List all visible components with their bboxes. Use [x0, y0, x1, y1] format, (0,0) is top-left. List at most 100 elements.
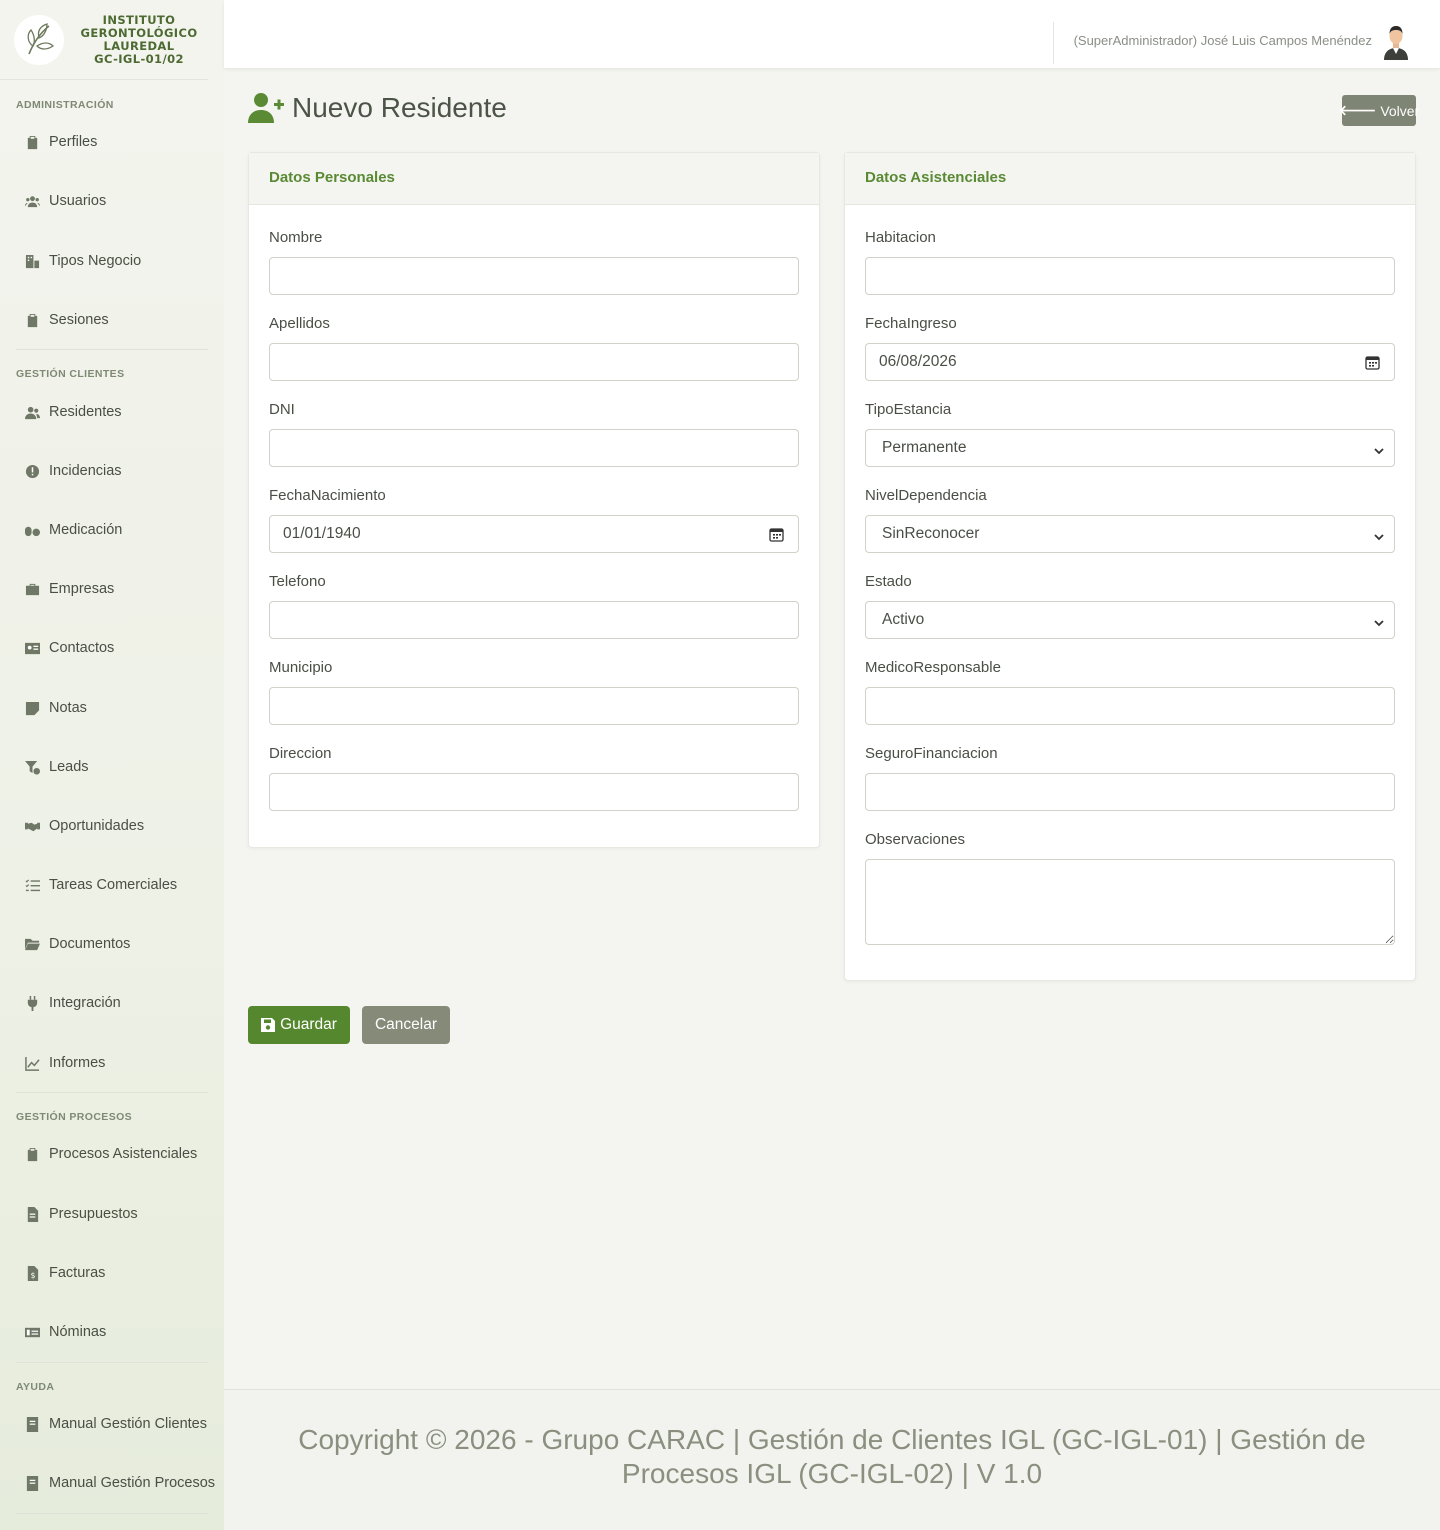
sidebar-item-notas[interactable]: Notas [0, 688, 224, 728]
sidebar-item-integracion[interactable]: Integración [0, 983, 224, 1023]
page-title: Nuevo Residente [248, 92, 507, 124]
sidebar-item-label: Contactos [49, 640, 115, 656]
nombre-label: Nombre [269, 229, 323, 246]
dni-input[interactable] [269, 429, 799, 467]
leaf-logo-icon [14, 14, 64, 65]
briefcase-icon [24, 581, 41, 598]
observaciones-label: Observaciones [865, 831, 966, 848]
sidebar-item-label: Documentos [49, 936, 131, 952]
pills-icon [24, 522, 41, 539]
seguro-financiacion-input[interactable] [865, 773, 1395, 811]
sidebar-item-label: Incidencias [49, 463, 122, 479]
tipo-estancia-select[interactable]: Permanente [865, 429, 1395, 467]
back-button[interactable]: 🡐 Volver [1338, 95, 1420, 126]
chevron-down-icon [1374, 615, 1384, 627]
id-card-icon [24, 640, 41, 657]
sidebar-item-empresas[interactable]: Empresas [0, 569, 224, 609]
sidebar-item-informes[interactable]: Informes [0, 1043, 224, 1083]
fecha-ingreso-value: 06/08/2026 [879, 353, 957, 370]
sidebar-divider [16, 1362, 208, 1363]
sidebar-divider [16, 1513, 208, 1514]
folder-icon [24, 936, 41, 953]
sidebar-item-label: Tareas Comerciales [49, 877, 178, 893]
save-button-label: Guardar [280, 1016, 337, 1033]
brand-line: INSTITUTO [102, 12, 176, 27]
user-avatar-icon[interactable] [1380, 24, 1412, 60]
observaciones-textarea[interactable] [865, 859, 1395, 945]
sidebar-section-title: ADMINISTRACIÓN [16, 99, 114, 111]
sidebar-item-tipos-negocio[interactable]: Tipos Negocio [0, 241, 224, 281]
save-icon [261, 1018, 276, 1032]
medico-responsable-label: MedicoResponsable [865, 659, 1001, 676]
sidebar-item-label: Integración [49, 995, 121, 1011]
nivel-dependencia-select[interactable]: SinReconocer [865, 515, 1395, 553]
sidebar-item-label: Facturas [49, 1265, 106, 1281]
municipio-input[interactable] [269, 687, 799, 725]
apellidos-input[interactable] [269, 343, 799, 381]
brand[interactable]: INSTITUTO GERONTOLÓGICO LAUREDAL GC-IGL-… [0, 0, 208, 80]
estado-select[interactable]: Activo [865, 601, 1395, 639]
fecha-nacimiento-input[interactable]: 01/01/1940 [269, 515, 799, 553]
sidebar-divider [16, 1092, 208, 1093]
sidebar-item-label: Manual Gestión Procesos [49, 1475, 216, 1491]
sidebar-item-usuarios[interactable]: Usuarios [0, 181, 224, 221]
habitacion-input[interactable] [865, 257, 1395, 295]
cancel-button[interactable]: Cancelar [362, 1006, 450, 1044]
user-name[interactable]: (SuperAdministrador) José Luis Campos Me… [1074, 33, 1372, 48]
calendar-icon[interactable] [1365, 355, 1380, 370]
calendar-icon[interactable] [769, 527, 784, 542]
fecha-ingreso-label: FechaIngreso [865, 315, 957, 332]
sidebar-item-contactos[interactable]: Contactos [0, 628, 224, 668]
sidebar-item-label: Informes [49, 1055, 106, 1071]
telefono-input[interactable] [269, 601, 799, 639]
chevron-down-icon [1374, 443, 1384, 455]
footer-copyright: Copyright © 2026 - Grupo CARAC | Gestión… [298, 1424, 1366, 1489]
footer: Copyright © 2026 - Grupo CARAC | Gestión… [224, 1389, 1440, 1530]
personal-data-card: Datos Personales Nombre Apellidos DNI Fe… [248, 152, 820, 848]
sidebar-item-manual-clientes[interactable]: Manual Gestión Clientes [0, 1404, 224, 1444]
user-group-icon [24, 404, 41, 421]
sidebar-item-label: Empresas [49, 581, 115, 597]
sidebar-item-label: Nóminas [49, 1324, 107, 1340]
direccion-input[interactable] [269, 773, 799, 811]
topbar: (SuperAdministrador) José Luis Campos Me… [224, 0, 1440, 68]
sidebar-item-procesos-asistenciales[interactable]: Procesos Asistenciales [0, 1134, 224, 1174]
brand-line: GC-IGL-01/02 [94, 51, 184, 66]
brand-name: INSTITUTO GERONTOLÓGICO LAUREDAL GC-IGL-… [64, 12, 208, 66]
sidebar-item-sesiones[interactable]: Sesiones [0, 300, 224, 340]
sidebar-item-documentos[interactable]: Documentos [0, 924, 224, 964]
sidebar-item-residentes[interactable]: Residentes [0, 392, 224, 432]
sidebar-item-presupuestos[interactable]: Presupuestos [0, 1194, 224, 1234]
book-icon [24, 1416, 41, 1433]
user-plus-icon [248, 93, 284, 123]
nivel-dependencia-label: NivelDependencia [865, 487, 987, 504]
filter-icon [24, 759, 41, 776]
tipo-estancia-value: Permanente [882, 439, 967, 456]
handshake-icon [24, 818, 41, 835]
sidebar-item-label: Medicación [49, 522, 123, 538]
back-button-label: Volver [1380, 102, 1420, 119]
users-icon [24, 193, 41, 210]
sidebar-item-tareas-comerciales[interactable]: Tareas Comerciales [0, 865, 224, 905]
svg-text:$: $ [31, 1271, 36, 1280]
sidebar-item-medicacion[interactable]: Medicación [0, 510, 224, 550]
sidebar-item-facturas[interactable]: $ Facturas [0, 1253, 224, 1293]
sidebar-item-leads[interactable]: Leads [0, 747, 224, 787]
money-icon [24, 1324, 41, 1341]
save-button[interactable]: Guardar [248, 1006, 350, 1044]
sidebar-item-oportunidades[interactable]: Oportunidades [0, 806, 224, 846]
estado-label: Estado [865, 573, 912, 590]
sidebar-item-perfiles[interactable]: Perfiles [0, 122, 224, 162]
sidebar-item-label: Presupuestos [49, 1206, 138, 1222]
fecha-ingreso-input[interactable]: 06/08/2026 [865, 343, 1395, 381]
sidebar-item-manual-procesos[interactable]: Manual Gestión Procesos [0, 1463, 224, 1503]
sidebar-section-title: GESTIÓN PROCESOS [16, 1111, 133, 1123]
sidebar-item-nominas[interactable]: Nóminas [0, 1312, 224, 1352]
arrow-left-icon: 🡐 [1338, 102, 1377, 118]
apellidos-label: Apellidos [269, 315, 330, 332]
nombre-input[interactable] [269, 257, 799, 295]
medico-responsable-input[interactable] [865, 687, 1395, 725]
sidebar-section-title: GESTIÓN CLIENTES [16, 368, 125, 380]
sidebar-item-incidencias[interactable]: Incidencias [0, 451, 224, 491]
note-icon [24, 700, 41, 717]
